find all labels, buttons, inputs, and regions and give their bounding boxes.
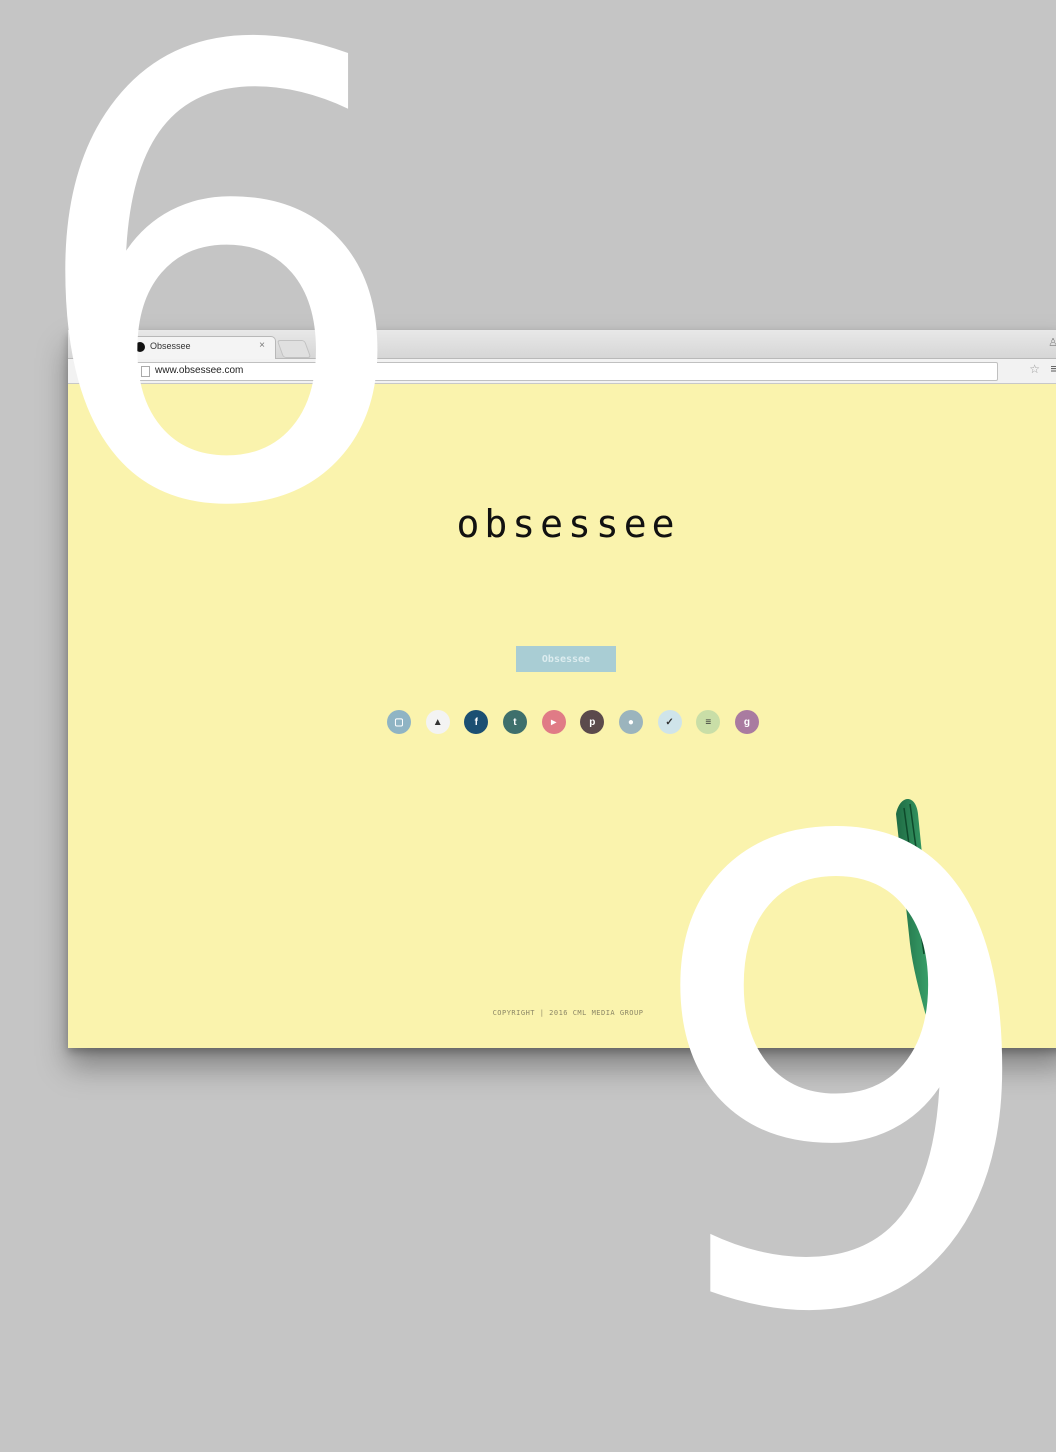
- youtube-icon[interactable]: ▸: [541, 710, 566, 734]
- bookmark-star-icon[interactable]: ☆: [1029, 362, 1040, 376]
- decorative-numeral-six: 6: [22, 0, 417, 642]
- pinterest-icon[interactable]: p: [580, 710, 605, 734]
- snapchat-icon[interactable]: ▲: [425, 710, 450, 734]
- instagram-icon[interactable]: ▢: [387, 710, 411, 734]
- profile-icon[interactable]: ♙: [1048, 336, 1056, 349]
- enter-button[interactable]: Obsessee: [516, 646, 616, 672]
- facebook-icon[interactable]: f: [464, 710, 489, 734]
- menu-icon[interactable]: ≡: [1050, 361, 1056, 376]
- decorative-numeral-nine: 9: [640, 707, 1048, 1452]
- tumblr-icon[interactable]: t: [502, 710, 527, 734]
